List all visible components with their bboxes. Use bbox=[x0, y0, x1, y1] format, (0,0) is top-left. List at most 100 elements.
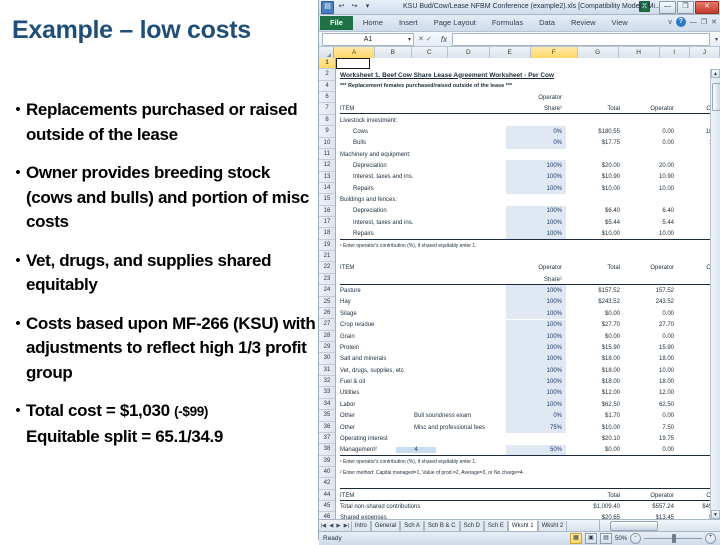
table-row[interactable]: *** Replacement females purchased/raised… bbox=[336, 81, 720, 92]
tab-file[interactable]: File bbox=[320, 16, 353, 30]
table-row[interactable]: Worksheet 1. Beef Cow Share Lease Agreem… bbox=[336, 69, 720, 80]
page-layout-view-icon[interactable]: ▣ bbox=[584, 533, 597, 544]
column-header-h[interactable]: H bbox=[618, 47, 660, 58]
tab-view[interactable]: View bbox=[604, 15, 636, 31]
minimize-button[interactable]: — bbox=[659, 1, 676, 14]
row-header-45[interactable]: 45 bbox=[319, 501, 335, 513]
row-header-6[interactable]: 6 bbox=[319, 92, 335, 104]
table-row[interactable]: Machinery and equipment: bbox=[336, 149, 720, 160]
table-row[interactable]: ITEMShare¹TotalOperatorOwner bbox=[336, 103, 720, 115]
table-row[interactable]: Cows0%$180.550.00180.55 bbox=[336, 126, 720, 138]
horizontal-scroll-thumb[interactable] bbox=[610, 521, 658, 531]
column-header-a[interactable]: A bbox=[334, 47, 376, 58]
row-headers[interactable]: 1 2 4 6 7 8 9 10 11 12 13 14 15 16 17 18 19 21 22 23 24 25 26 2… bbox=[319, 58, 336, 519]
sheet-tab-sch-d[interactable]: Sch D bbox=[459, 520, 484, 531]
table-row[interactable]: Bulls0%$17.750.0017.75 bbox=[336, 137, 720, 149]
table-row[interactable]: Silage100%$0.000.000.00 bbox=[336, 308, 720, 320]
close-button[interactable]: ✕ bbox=[695, 1, 719, 14]
chevron-down-icon[interactable]: v bbox=[668, 19, 672, 26]
save-icon[interactable]: ▤ bbox=[321, 1, 334, 14]
quick-access-toolbar[interactable]: X ▤ ↩ ↪ ▾ bbox=[321, 1, 650, 14]
row-header-11[interactable]: 11 bbox=[319, 149, 335, 161]
scroll-up-icon[interactable]: ▲ bbox=[711, 69, 720, 78]
table-row[interactable]: Utilities100%$12.0012.000.00 bbox=[336, 387, 720, 400]
table-row[interactable]: Operator bbox=[336, 92, 720, 103]
expand-formula-bar-icon[interactable]: ▾ bbox=[715, 36, 718, 43]
customize-qat-icon[interactable]: ▾ bbox=[362, 2, 373, 13]
table-row[interactable]: Depreciation100%$20.0020.000.00 bbox=[336, 160, 720, 172]
column-header-c[interactable]: C bbox=[411, 47, 448, 58]
table-row[interactable]: ¹ Enter operator's contribution (%), if … bbox=[336, 454, 720, 467]
row-header-28[interactable]: 28 bbox=[319, 331, 335, 342]
table-row[interactable]: Protein100%$15.9015.900.00 bbox=[336, 342, 720, 354]
horizontal-scrollbar[interactable] bbox=[599, 520, 720, 531]
sheet-tab-general[interactable]: General bbox=[370, 520, 401, 531]
row-header-27[interactable]: 27 bbox=[319, 319, 335, 331]
row-header-36[interactable]: 36 bbox=[319, 422, 335, 433]
row-header-37[interactable]: 37 bbox=[319, 433, 335, 445]
table-row[interactable]: Other Misc and professional fees 75% $10.00… bbox=[336, 421, 720, 434]
table-row[interactable]: Buildings and fences: bbox=[336, 194, 720, 205]
row-header-19[interactable]: 19 bbox=[319, 240, 335, 252]
page-break-view-icon[interactable]: ▤ bbox=[599, 533, 612, 544]
cell-area[interactable]: Worksheet 1. Beef Cow Share Lease Agreem… bbox=[336, 58, 720, 519]
normal-view-icon[interactable]: ▦ bbox=[569, 533, 582, 544]
table-row[interactable]: Vet, drugs, supplies, etc 100% $18.00 10.00… bbox=[336, 364, 720, 377]
tab-home[interactable]: Home bbox=[355, 15, 391, 31]
column-header-b[interactable]: B bbox=[375, 47, 412, 58]
next-sheet-icon[interactable]: ▶ bbox=[335, 523, 342, 529]
table-row[interactable]: Crop residue100%$27.7027.700.00 bbox=[336, 319, 720, 331]
table-row[interactable]: ITEMOperatorTotalOperatorOwner bbox=[336, 263, 720, 274]
row-header-30[interactable]: 30 bbox=[319, 353, 335, 365]
row-header-15[interactable]: 15 bbox=[319, 194, 335, 206]
column-header-i[interactable]: I bbox=[659, 47, 690, 58]
row-header-24[interactable]: 24 bbox=[319, 285, 335, 297]
row-header-12[interactable]: 12 bbox=[319, 160, 335, 172]
sheet-tab-sch-a[interactable]: Sch A bbox=[400, 520, 424, 531]
redo-icon[interactable]: ↪ bbox=[349, 2, 360, 13]
column-header-d[interactable]: D bbox=[447, 47, 490, 58]
window-controls[interactable]: — ❐ ✕ bbox=[659, 1, 719, 14]
column-header-f[interactable]: F bbox=[530, 47, 578, 58]
chevron-down-icon[interactable]: ▾ bbox=[408, 35, 411, 46]
vertical-scroll-thumb[interactable] bbox=[712, 83, 720, 111]
column-header-e[interactable]: E bbox=[489, 47, 531, 58]
tab-insert[interactable]: Insert bbox=[391, 15, 426, 31]
row-header-25[interactable]: 25 bbox=[319, 297, 335, 308]
table-row[interactable]: Depreciation100%$6.406.400.00 bbox=[336, 205, 720, 218]
input-cell[interactable]: 4 bbox=[396, 447, 436, 454]
select-all-corner[interactable] bbox=[319, 47, 335, 58]
row-header-13[interactable]: 13 bbox=[319, 172, 335, 183]
undo-icon[interactable]: ↩ bbox=[336, 2, 347, 13]
help-icon[interactable]: ? bbox=[675, 17, 686, 27]
tab-review[interactable]: Review bbox=[563, 15, 604, 31]
scroll-down-icon[interactable]: ▼ bbox=[711, 510, 720, 519]
row-header-29[interactable]: 29 bbox=[319, 342, 335, 354]
row-header-14[interactable]: 14 bbox=[319, 183, 335, 195]
row-header-38[interactable]: 38 bbox=[319, 444, 335, 456]
zoom-slider[interactable] bbox=[644, 534, 702, 543]
table-row[interactable]: Labor100%$62.5062.500.00 bbox=[336, 399, 720, 411]
zoom-knob[interactable] bbox=[672, 534, 676, 543]
tab-page-layout[interactable]: Page Layout bbox=[426, 15, 484, 31]
formula-input[interactable] bbox=[452, 32, 710, 46]
row-header-16[interactable]: 16 bbox=[319, 206, 335, 218]
vertical-scrollbar[interactable]: ▲ ▼ bbox=[710, 69, 720, 519]
insert-function-icon[interactable]: fx bbox=[436, 35, 452, 44]
table-row[interactable]: ² Enter method: Capital managed=1, Value… bbox=[336, 467, 720, 478]
tab-formulas[interactable]: Formulas bbox=[484, 15, 531, 31]
row-header-44[interactable]: 44 bbox=[319, 490, 335, 502]
table-row[interactable]: Pasture100%$157.52157.520.00 bbox=[336, 285, 720, 297]
row-header-39[interactable]: 39 bbox=[319, 456, 335, 467]
row-header-26[interactable]: 26 bbox=[319, 308, 335, 320]
row-header-10[interactable]: 10 bbox=[319, 138, 335, 149]
row-header-40[interactable]: 40 bbox=[319, 467, 335, 479]
row-header-33[interactable]: 33 bbox=[319, 387, 335, 399]
table-row[interactable]: Livestock investment: bbox=[336, 115, 720, 126]
row-header-42[interactable]: 42 bbox=[319, 478, 335, 490]
table-row[interactable]: Interest, taxes and ins.100%$10.9010.900… bbox=[336, 171, 720, 184]
row-header-32[interactable]: 32 bbox=[319, 376, 335, 388]
row-header-23[interactable]: 23 bbox=[319, 274, 335, 286]
close-workbook-icon[interactable]: ✕ bbox=[711, 18, 717, 26]
restore-window-icon[interactable]: ❐ bbox=[701, 18, 707, 26]
